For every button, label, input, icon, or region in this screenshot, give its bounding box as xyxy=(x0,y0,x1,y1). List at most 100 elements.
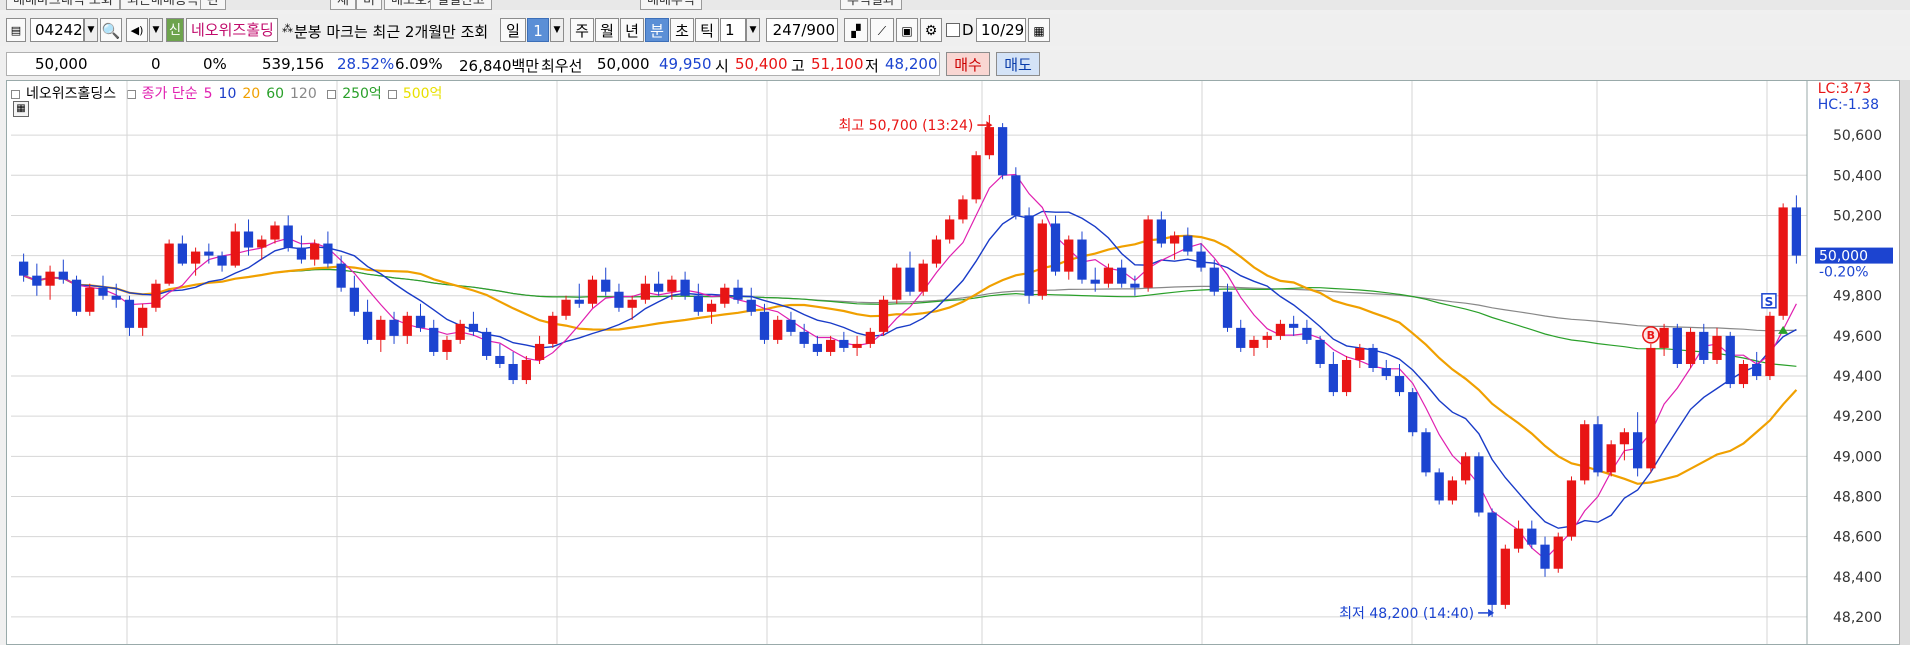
top-strip-button[interactable]: 관 xyxy=(200,0,226,10)
speaker-dropdown-arrow-icon[interactable]: ▼ xyxy=(149,18,163,42)
candle-body xyxy=(283,225,293,248)
search-icon[interactable]: 🔍 xyxy=(100,18,122,42)
top-strip-button[interactable]: 비 xyxy=(356,0,382,10)
candle-body xyxy=(124,299,135,328)
period-minute[interactable]: 분 xyxy=(645,18,669,42)
best-price-label: 최우선 xyxy=(541,57,583,75)
candle-body xyxy=(1328,363,1338,393)
period-year[interactable]: 년 xyxy=(620,18,644,42)
top-strip-button[interactable]: 재 xyxy=(330,0,356,10)
period-tick[interactable]: 틱 xyxy=(695,18,719,42)
candle-body xyxy=(733,287,743,300)
y-tick-label: 50,600 xyxy=(1833,128,1882,144)
gear-icon[interactable]: ⚙ xyxy=(920,18,942,42)
y-tick-label: 48,800 xyxy=(1833,489,1882,505)
candle-body xyxy=(18,261,29,276)
period-second[interactable]: 초 xyxy=(670,18,694,42)
candle-body xyxy=(164,243,174,284)
y-tick-label: 48,200 xyxy=(1833,610,1882,626)
candle-body xyxy=(482,331,492,356)
candle-body xyxy=(1236,327,1246,348)
low-annotation: 최저 48,200 (14:40) xyxy=(1339,606,1474,622)
candle-body xyxy=(654,283,664,292)
candle-body xyxy=(85,287,95,312)
top-strip-button[interactable]: 매매추적 xyxy=(640,0,702,10)
candle-body xyxy=(1421,432,1431,473)
candle-body xyxy=(918,263,928,292)
stock-name-field[interactable]: 네오위즈홀딩 xyxy=(186,18,278,42)
candle-body xyxy=(1143,219,1153,288)
candle-body xyxy=(680,279,690,296)
candle-body xyxy=(1315,339,1325,364)
candle-body xyxy=(336,263,346,288)
candle-body xyxy=(508,363,518,381)
count-field[interactable]: 247/900 xyxy=(766,18,838,42)
period-week[interactable]: 주 xyxy=(570,18,594,42)
candle-body xyxy=(495,355,505,364)
low-price: 48,200 xyxy=(885,55,938,73)
candle-body xyxy=(1553,536,1563,569)
candle-body xyxy=(230,231,240,266)
candle-body xyxy=(1580,424,1590,481)
day-count-select[interactable]: 1 xyxy=(527,18,549,42)
stock-code-input[interactable]: 042420 xyxy=(30,18,92,42)
compare-icon[interactable]: ▞ xyxy=(844,18,868,42)
interval-select[interactable]: 1 xyxy=(720,18,746,42)
top-strip-button[interactable]: 추적결과 xyxy=(840,0,902,10)
high-label: 고 xyxy=(791,57,805,75)
y-tick-label: 49,600 xyxy=(1833,329,1882,345)
candle-body xyxy=(1778,207,1788,316)
candle-body xyxy=(1725,335,1735,385)
candle-body xyxy=(323,243,333,264)
period-month[interactable]: 월 xyxy=(595,18,619,42)
period-day[interactable]: 일 xyxy=(500,18,526,42)
best-ask: 50,000 xyxy=(597,55,650,73)
candle-body xyxy=(1791,207,1802,256)
indicator-icon[interactable]: ⟋ xyxy=(870,18,894,42)
sell-button[interactable]: 매도 xyxy=(996,52,1040,76)
candle-body xyxy=(32,275,42,286)
save-icon[interactable]: ▣ xyxy=(896,18,918,42)
candle-body xyxy=(1024,215,1034,296)
day-count-arrow-icon[interactable]: ▼ xyxy=(550,18,564,42)
candle-body xyxy=(71,279,82,312)
candle-body xyxy=(1117,267,1127,284)
candle-body xyxy=(693,295,703,312)
top-strip-button[interactable]: 최근매매종목 xyxy=(120,0,206,10)
price-chart[interactable]: 네오위즈홀딩스 종가 단순 5 10 20 60 120 250억 500억 ▦ LC:3.… xyxy=(6,80,1900,645)
candle-body xyxy=(1394,376,1405,393)
quote-strip: 50,000 0 0% 539,156 28.52% 6.09% 26,840백… xyxy=(0,50,1910,80)
top-toolbar-strip: 매매마크내역 조회 최근매매종목 관 재 비 매도호가 일별잔고 매매추적 추적결과 xyxy=(0,0,1910,10)
speaker-icon[interactable]: ◀) xyxy=(126,18,148,42)
date-field[interactable]: 10/29 xyxy=(976,18,1026,42)
top-strip-button[interactable]: 일별잔고 xyxy=(430,0,492,10)
candle-body xyxy=(177,243,188,264)
candle-body xyxy=(825,339,836,352)
candle-body xyxy=(1566,480,1577,537)
candle-body xyxy=(1368,347,1378,368)
buy-button[interactable]: 매수 xyxy=(946,52,990,76)
candle-body xyxy=(627,299,637,308)
code-dropdown-arrow-icon[interactable]: ▼ xyxy=(84,18,98,42)
current-pct-label: -0.20% xyxy=(1819,265,1869,281)
chart-toolbar: ▤ 042420 ▼ 🔍 ◀) ▼ 신 네오위즈홀딩 ⁂ 분봉 마크는 최근 2… xyxy=(0,14,1910,46)
candle-body xyxy=(1500,548,1510,605)
price-change-pct: 0% xyxy=(203,55,227,73)
candle-body xyxy=(1619,432,1630,445)
interval-arrow-icon[interactable]: ▼ xyxy=(746,18,760,42)
candle-body xyxy=(1289,323,1299,328)
count-value[interactable]: 247 xyxy=(773,21,802,39)
vertical-scrollbar[interactable] xyxy=(1899,80,1910,645)
candle-body xyxy=(204,251,214,256)
candle-body xyxy=(376,319,386,340)
candle-body xyxy=(1103,267,1114,284)
d-checkbox[interactable] xyxy=(946,23,960,37)
candle-body xyxy=(1169,235,1180,244)
calendar-icon[interactable]: ▦ xyxy=(1028,18,1050,42)
chart-settings-icon[interactable]: ▤ xyxy=(6,18,26,42)
candle-body xyxy=(1685,331,1696,364)
candle-body xyxy=(839,339,849,348)
candle-body xyxy=(45,271,55,286)
y-tick-label: 48,400 xyxy=(1833,570,1882,586)
top-strip-button[interactable]: 매매마크내역 조회 xyxy=(6,0,120,10)
